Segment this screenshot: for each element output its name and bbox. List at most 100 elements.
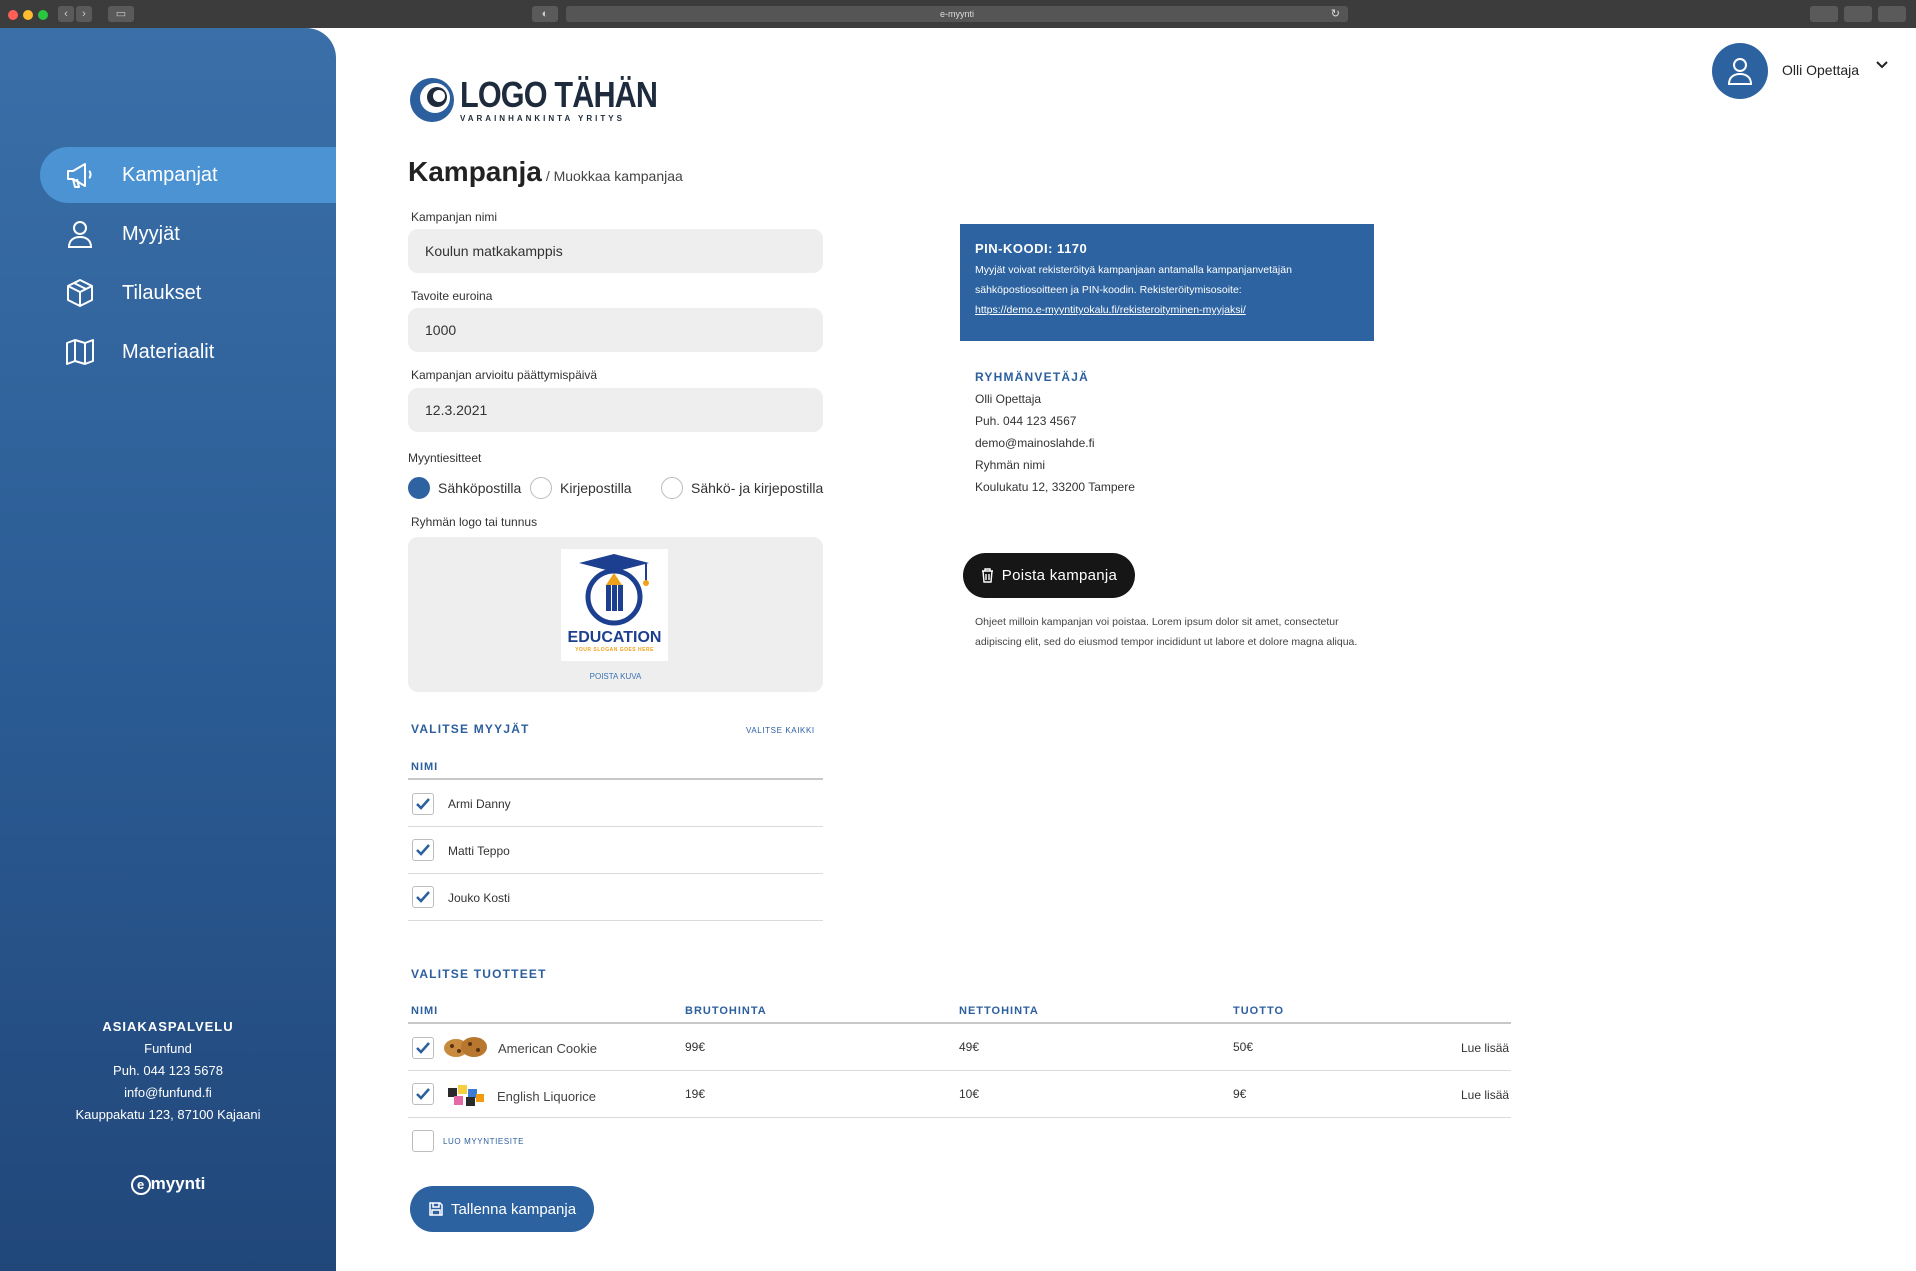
sidebar-item-label: Kampanjat bbox=[122, 163, 218, 186]
box-icon bbox=[64, 277, 96, 309]
company-logo: LOGO TÄHÄN VARAINHANKINTA YRITYS bbox=[408, 76, 692, 124]
support-email: info@funfund.fi bbox=[124, 1085, 212, 1100]
campaign-name-input[interactable] bbox=[408, 229, 823, 273]
radio-circle[interactable] bbox=[530, 477, 552, 499]
check-icon bbox=[416, 1088, 430, 1100]
group-leader: RYHMÄNVETÄJÄ Olli Opettaja Puh. 044 123 … bbox=[975, 366, 1135, 498]
divider bbox=[408, 1117, 1511, 1118]
delete-button-label: Poista kampanja bbox=[1001, 567, 1118, 584]
check-icon bbox=[416, 1042, 430, 1054]
check-icon bbox=[416, 844, 430, 856]
check-icon bbox=[416, 798, 430, 810]
radio-email-and-letter[interactable]: Sähkö- ja kirjepostilla bbox=[661, 477, 823, 499]
radio-circle[interactable] bbox=[661, 477, 683, 499]
divider bbox=[408, 873, 823, 874]
close-window-dot[interactable] bbox=[8, 10, 18, 20]
brochure-label: Myyntiesitteet bbox=[408, 451, 482, 465]
brand-name: myynti bbox=[150, 1174, 206, 1193]
logo-image-slogan: YOUR SLOGAN GOES HERE bbox=[575, 647, 654, 653]
divider bbox=[408, 920, 823, 921]
support-phone: Puh. 044 123 5678 bbox=[113, 1063, 223, 1078]
save-button[interactable]: Tallenna kampanja bbox=[410, 1186, 594, 1232]
products-col-name: NIMI bbox=[411, 1005, 439, 1017]
check-icon bbox=[416, 891, 430, 903]
product-net: 10€ bbox=[959, 1087, 980, 1101]
zoom-window-dot[interactable] bbox=[38, 10, 48, 20]
read-more-link[interactable]: Lue lisää bbox=[1461, 1041, 1509, 1055]
swirl-logo-icon bbox=[410, 78, 454, 122]
campaign-name-label: Kampanjan nimi bbox=[411, 210, 498, 224]
delete-instructions: Ohjeet milloin kampanjan voi poistaa. Lo… bbox=[975, 616, 1358, 648]
tabs-icon[interactable] bbox=[1878, 6, 1906, 22]
sidebar-item-kampanjat[interactable]: Kampanjat bbox=[40, 147, 336, 203]
download-icon[interactable] bbox=[1810, 6, 1838, 22]
radio-email[interactable]: Sähköpostilla bbox=[408, 477, 521, 499]
seller-checkbox[interactable] bbox=[412, 886, 434, 908]
page-title: Kampanja / Muokkaa kampanjaa bbox=[408, 156, 683, 188]
forward-icon[interactable]: › bbox=[76, 6, 92, 22]
pin-code-box: PIN-KOODI: 1170 Myyjät voivat rekisteröi… bbox=[960, 224, 1374, 341]
support-company: Funfund bbox=[144, 1041, 192, 1056]
map-icon bbox=[64, 336, 96, 368]
end-date-input[interactable] bbox=[408, 388, 823, 432]
seller-name: Jouko Kosti bbox=[448, 891, 511, 905]
product-checkbox[interactable] bbox=[412, 1037, 434, 1059]
share-icon[interactable] bbox=[1844, 6, 1872, 22]
privacy-shield-icon[interactable]: ◐ bbox=[532, 6, 558, 22]
goal-input[interactable] bbox=[408, 308, 823, 352]
liquorice-thumbnail-icon bbox=[448, 1085, 484, 1106]
brand-logo: e myynti bbox=[0, 1174, 336, 1195]
logo-upload-box[interactable]: EDUCATION YOUR SLOGAN GOES HERE POISTA K… bbox=[408, 537, 823, 692]
minimize-window-dot[interactable] bbox=[23, 10, 33, 20]
breadcrumb: / Muokkaa kampanjaa bbox=[545, 168, 683, 184]
group-logo-label: Ryhmän logo tai tunnus bbox=[411, 515, 538, 529]
back-icon[interactable]: ‹ bbox=[58, 6, 74, 22]
registration-link[interactable]: https://demo.e-myyntityokalu.fi/rekister… bbox=[975, 300, 1359, 320]
sidebar-item-label: Tilaukset bbox=[122, 281, 202, 304]
address-bar[interactable]: e-myynti ↻ bbox=[566, 6, 1348, 22]
goal-label: Tavoite euroina bbox=[411, 289, 493, 303]
sidebar: Kampanjat Myyjät Tilaukset Materiaalit A… bbox=[0, 28, 336, 1271]
avatar[interactable] bbox=[1712, 43, 1768, 99]
sellers-col-name: NIMI bbox=[411, 761, 439, 773]
divider bbox=[408, 1022, 1511, 1024]
products-col-net: NETTOHINTA bbox=[959, 1005, 1039, 1017]
product-checkbox[interactable] bbox=[412, 1083, 434, 1105]
select-all-link[interactable]: VALITSE KAIKKI bbox=[746, 726, 815, 735]
save-button-label: Tallenna kampanja bbox=[450, 1200, 577, 1218]
radio-circle-selected[interactable] bbox=[408, 477, 430, 499]
user-avatar-icon bbox=[1727, 58, 1753, 85]
product-name: American Cookie bbox=[498, 1041, 597, 1056]
remove-image-link[interactable]: POISTA KUVA bbox=[408, 672, 823, 681]
seller-checkbox[interactable] bbox=[412, 793, 434, 815]
sidebar-toggle-icon[interactable]: ▭ bbox=[108, 6, 134, 22]
product-profit: 9€ bbox=[1233, 1087, 1247, 1101]
user-name[interactable]: Olli Opettaja bbox=[1782, 62, 1859, 78]
support-heading: ASIAKASPALVELU bbox=[102, 1019, 234, 1034]
create-brochure-label[interactable]: LUO MYYNTIESITE bbox=[443, 1137, 524, 1146]
divider bbox=[408, 1070, 1511, 1071]
products-col-profit: TUOTTO bbox=[1233, 1005, 1285, 1017]
radio-label: Sähköpostilla bbox=[438, 480, 522, 496]
sidebar-item-materiaalit[interactable]: Materiaalit bbox=[40, 324, 336, 380]
seller-checkbox[interactable] bbox=[412, 839, 434, 861]
divider bbox=[408, 826, 823, 827]
radio-label: Kirjepostilla bbox=[560, 480, 632, 496]
radio-letter[interactable]: Kirjepostilla bbox=[530, 477, 632, 499]
product-profit: 50€ bbox=[1233, 1040, 1254, 1054]
sidebar-item-myyjat[interactable]: Myyjät bbox=[40, 206, 336, 262]
delete-campaign-button[interactable]: Poista kampanja bbox=[963, 553, 1135, 598]
reload-icon[interactable]: ↻ bbox=[1331, 6, 1340, 22]
e-circle-icon: e bbox=[130, 1174, 151, 1195]
chevron-down-icon[interactable] bbox=[1875, 60, 1889, 70]
leader-email: demo@mainoslahde.fi bbox=[975, 436, 1095, 450]
url-text: e-myynti bbox=[939, 9, 974, 19]
radio-label: Sähkö- ja kirjepostilla bbox=[691, 480, 824, 496]
logo-image-text: EDUCATION bbox=[567, 629, 662, 646]
read-more-link[interactable]: Lue lisää bbox=[1461, 1088, 1509, 1102]
sidebar-item-label: Materiaalit bbox=[122, 340, 215, 363]
create-brochure-checkbox[interactable] bbox=[412, 1130, 434, 1152]
sidebar-item-label: Myyjät bbox=[122, 222, 180, 245]
support-address: Kauppakatu 123, 87100 Kajaani bbox=[75, 1107, 261, 1122]
sidebar-item-tilaukset[interactable]: Tilaukset bbox=[40, 265, 336, 321]
